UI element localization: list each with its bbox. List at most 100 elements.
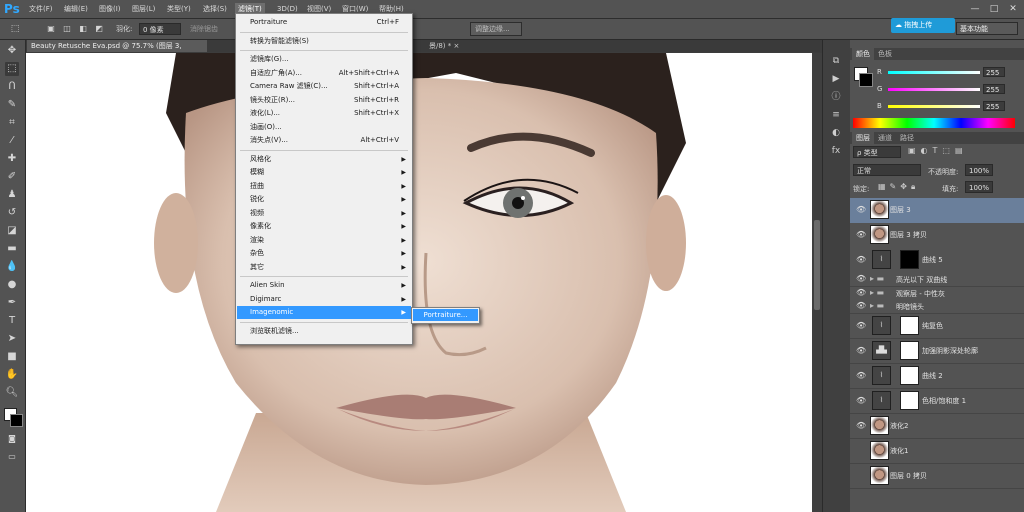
filter-menu-item[interactable]: 锐化 ▶ xyxy=(237,193,411,206)
screen-mode-icon[interactable]: ▭ xyxy=(5,450,19,464)
tab-channels[interactable]: 通道 xyxy=(874,132,896,144)
layer-row[interactable]: 👁︎ ⌇ 曲线 5 xyxy=(850,248,1024,274)
rectangle-tool-icon[interactable]: ■ xyxy=(5,350,19,364)
menu-item[interactable]: 图层(L) xyxy=(129,3,158,15)
tab-swatches[interactable]: 色板 xyxy=(874,48,896,60)
subtract-selection-icon[interactable]: ◧ xyxy=(76,22,90,36)
filter-menu-item[interactable]: 其它 ▶ xyxy=(237,261,411,274)
channel-value-input[interactable]: 255 xyxy=(983,67,1005,77)
eraser-icon[interactable]: ◪ xyxy=(5,224,19,238)
upload-button[interactable]: ☁ 拖拽上传 xyxy=(891,18,955,33)
blur-tool-icon[interactable]: 💧 xyxy=(5,260,19,274)
layer-row[interactable]: 👁︎ ▟▙ 加强阴影深处轮廓 xyxy=(850,338,1024,364)
layer-mask-thumbnail[interactable] xyxy=(900,250,919,269)
menu-item[interactable]: 图像(I) xyxy=(96,3,124,15)
group-folder-icon[interactable]: ▸ ▬ xyxy=(870,274,884,283)
filter-menu-item[interactable]: 滤镜库(G)... xyxy=(237,53,411,66)
intersect-selection-icon[interactable]: ◩ xyxy=(92,22,106,36)
menu-item[interactable]: 编辑(E) xyxy=(61,3,91,15)
marquee-tool-icon[interactable]: ⬚ xyxy=(5,62,19,76)
channel-slider[interactable] xyxy=(888,105,980,108)
scrollbar-thumb[interactable] xyxy=(814,220,820,310)
layer-row[interactable]: 👁︎ 图层 3 xyxy=(850,198,1024,224)
document-canvas[interactable] xyxy=(26,53,812,512)
menu-item[interactable]: 选择(S) xyxy=(200,3,230,15)
info-icon[interactable]: ⓘ xyxy=(829,90,843,104)
history-icon[interactable]: ⧉ xyxy=(829,54,843,68)
workspace-select[interactable]: 基本功能 xyxy=(956,22,1018,35)
channel-slider[interactable] xyxy=(888,71,980,74)
layer-filter-select[interactable]: ρ 类型 xyxy=(853,146,901,158)
layer-row[interactable]: 👁︎ ⌇ 纯复色 xyxy=(850,313,1024,339)
blend-mode-select[interactable]: 正常 xyxy=(853,164,921,176)
filter-menu-item[interactable]: 杂色 ▶ xyxy=(237,247,411,260)
layer-mask-thumbnail[interactable] xyxy=(900,340,919,360)
zoom-tool-icon[interactable]: 🔍︎ xyxy=(5,386,19,400)
new-selection-icon[interactable]: ▣ xyxy=(44,22,58,36)
color-spectrum-bar[interactable] xyxy=(853,118,1015,128)
filter-menu-item[interactable]: 镜头校正(R)... Shift+Ctrl+R xyxy=(237,94,411,107)
layer-row[interactable]: 👁︎ 液化2 xyxy=(850,413,1024,439)
layer-visibility-eye-icon[interactable]: 👁︎ xyxy=(856,301,866,311)
layer-visibility-eye-icon[interactable]: 👁︎ xyxy=(856,396,866,406)
layer-visibility-eye-icon[interactable]: 👁︎ xyxy=(856,274,866,284)
filter-menu-item[interactable]: 转换为智能滤镜(S) xyxy=(237,35,411,48)
group-folder-icon[interactable]: ▸ ▬ xyxy=(870,301,884,310)
path-selection-icon[interactable]: ➤ xyxy=(5,332,19,346)
layer-visibility-eye-icon[interactable]: 👁︎ xyxy=(856,371,866,381)
channel-value-input[interactable]: 255 xyxy=(983,84,1005,94)
layer-row[interactable]: 图层 0 拷贝 xyxy=(850,463,1024,489)
layer-row[interactable]: 👁︎ 图层 3 拷贝 xyxy=(850,223,1024,249)
filter-menu-item[interactable]: 液化(L)... Shift+Ctrl+X xyxy=(237,107,411,120)
brush-tool-icon[interactable]: ✐ xyxy=(5,170,19,184)
healing-brush-icon[interactable]: ✚ xyxy=(5,152,19,166)
crop-tool-icon[interactable]: ⌗ xyxy=(5,116,19,130)
submenu-item-portraiture[interactable]: Portraiture... xyxy=(413,309,478,321)
clone-stamp-icon[interactable]: ♟ xyxy=(5,188,19,202)
quick-mask-icon[interactable]: ◙ xyxy=(5,432,19,446)
opacity-input[interactable]: 100% xyxy=(965,164,993,176)
quick-selection-icon[interactable]: ✎ xyxy=(5,98,19,112)
layer-visibility-eye-icon[interactable] xyxy=(856,471,866,481)
layer-visibility-eye-icon[interactable]: 👁︎ xyxy=(856,321,866,331)
filter-menu-item[interactable]: 浏览联机滤镜... xyxy=(237,325,411,338)
actions-icon[interactable]: ▶ xyxy=(829,72,843,86)
adjustments-icon[interactable]: ◐ xyxy=(829,126,843,140)
tab-color[interactable]: 颜色 xyxy=(852,48,874,60)
layer-row[interactable]: 👁︎ ⌇ 色相/饱和度 1 xyxy=(850,388,1024,414)
styles-icon[interactable]: fx xyxy=(829,144,843,158)
adjust-edge-button[interactable]: 调整边缘... xyxy=(470,22,522,36)
feather-input[interactable]: 0 像素 xyxy=(139,23,181,35)
layer-visibility-eye-icon[interactable]: 👁︎ xyxy=(856,421,866,431)
minimize-button[interactable]: — xyxy=(966,2,984,16)
menu-item[interactable]: 类型(Y) xyxy=(164,3,194,15)
document-tab-active[interactable]: Beauty Retusche Eva.psd @ 75.7% (图层 3, R… xyxy=(27,40,207,62)
antialias-label[interactable]: 消除锯齿 xyxy=(190,24,218,34)
layer-visibility-eye-icon[interactable]: 👁︎ xyxy=(856,346,866,356)
layer-row[interactable]: 液化1 xyxy=(850,438,1024,464)
eyedropper-icon[interactable]: ⁄ xyxy=(5,134,19,148)
hand-tool-icon[interactable]: ✋ xyxy=(5,368,19,382)
filter-menu-item[interactable]: 视频 ▶ xyxy=(237,207,411,220)
layer-filter-icons[interactable]: ▣◐T⬚▤ xyxy=(908,146,968,155)
layer-visibility-eye-icon[interactable] xyxy=(856,446,866,456)
background-color-swatch[interactable] xyxy=(10,414,23,427)
filter-menu-item[interactable]: 自适应广角(A)... Alt+Shift+Ctrl+A xyxy=(237,67,411,80)
add-selection-icon[interactable]: ◫ xyxy=(60,22,74,36)
channel-slider[interactable] xyxy=(888,88,980,91)
layer-row[interactable]: 👁︎ ▸ ▬ 观察层 - 中性灰 xyxy=(850,286,1024,301)
layer-mask-thumbnail[interactable] xyxy=(900,365,919,385)
filter-menu-item[interactable]: Camera Raw 滤镜(C)... Shift+Ctrl+A xyxy=(237,80,411,93)
menu-item[interactable]: 文件(F) xyxy=(26,3,56,15)
history-brush-icon[interactable]: ↺ xyxy=(5,206,19,220)
lock-icons[interactable]: ▦✎✥🔒︎ xyxy=(878,182,919,192)
filter-menu-item[interactable]: Digimarc ▶ xyxy=(237,293,411,306)
gradient-tool-icon[interactable]: ▬ xyxy=(5,242,19,256)
filter-menu-item[interactable]: 消失点(V)... Alt+Ctrl+V xyxy=(237,134,411,147)
fill-input[interactable]: 100% xyxy=(965,181,993,193)
filter-menu-item[interactable]: Portraiture Ctrl+F xyxy=(237,16,411,29)
layer-mask-thumbnail[interactable] xyxy=(900,390,919,410)
filter-menu-item[interactable]: 风格化 ▶ xyxy=(237,153,411,166)
group-folder-icon[interactable]: ▸ ▬ xyxy=(870,288,884,297)
filter-menu-item[interactable]: Alien Skin ▶ xyxy=(237,279,411,292)
